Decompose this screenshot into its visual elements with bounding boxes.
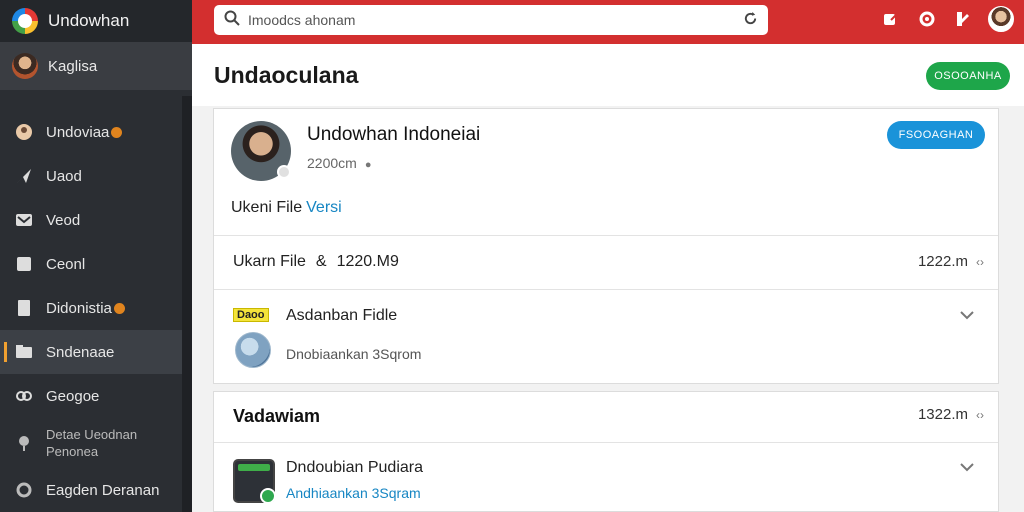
file-row-meta: 1222.m ‹› [917, 253, 984, 270]
page-header: Undaoculana OSOOANHA [192, 44, 1024, 106]
attachment-row[interactable]: Daoo Asdanban Fidle Dnobiaankan 3Sqrom [214, 289, 998, 385]
expand-arrows-icon[interactable]: ‹› [976, 255, 984, 269]
expand-arrows-icon[interactable]: ‹› [976, 408, 984, 422]
globe-icon [235, 332, 271, 368]
sidebar-item-eagden[interactable]: Eagden Deranan [0, 468, 182, 512]
file-row[interactable]: Ukarn File & 1220.M9 1222.m ‹› [214, 235, 998, 289]
sidebar-item-undoviaa[interactable]: Undoviaa [0, 110, 182, 154]
downloads-card: Vadawiam 1322.m ‹› Dndoubian Pudiara And… [213, 391, 999, 512]
list-item[interactable]: Dndoubian Pudiara Andhiaankan 3Sqram [214, 442, 998, 512]
sidebar-item-label: Sndenaae [46, 343, 115, 361]
profile-meta: 2200cm ● [307, 155, 372, 171]
file-version-line: Ukeni File Versi [231, 199, 342, 216]
file-icon [14, 298, 34, 318]
chevron-down-icon[interactable] [960, 307, 974, 323]
avatar [12, 53, 38, 79]
section-meta: 1322.m ‹› [917, 406, 984, 423]
app-logo-icon [12, 8, 38, 34]
top-bar-actions [880, 6, 1014, 32]
list-item-subtitle[interactable]: Andhiaankan 3Sqram [286, 485, 421, 501]
sidebar-item-label: Uaod [46, 167, 82, 185]
sidebar-item-label: Eagden Deranan [46, 481, 160, 499]
secondary-action-button[interactable]: FSOOAGHAN [887, 121, 985, 149]
chevron-down-icon[interactable] [960, 459, 974, 475]
settings-icon [14, 480, 34, 500]
primary-action-button[interactable]: OSOOANHA [926, 62, 1010, 90]
app-icon [233, 459, 276, 504]
notification-badge [113, 303, 125, 315]
bookmark-icon[interactable] [952, 8, 974, 30]
section-title: Vadawiam [233, 406, 321, 426]
link-icon [14, 386, 34, 406]
user-avatar[interactable] [988, 6, 1014, 32]
sidebar: Undowhan Kaglisa Undoviaa Uaod Veod Ceon… [0, 0, 192, 512]
folder-icon [14, 342, 34, 362]
attachment-title: Asdanban Fidle [286, 307, 398, 324]
sidebar-brand[interactable]: Undowhan [0, 0, 192, 42]
search-box[interactable] [214, 5, 768, 35]
status-indicator-icon [277, 165, 291, 179]
refresh-icon[interactable] [743, 11, 758, 30]
brand-name: Undowhan [48, 11, 130, 30]
attachment-subtitle: Dnobiaankan 3Sqrom [286, 346, 422, 362]
pin-icon [14, 433, 34, 453]
sidebar-item-label: Ceonl [46, 255, 86, 273]
profile-name: Undowhan Indoneiai [307, 124, 481, 145]
search-icon [224, 10, 240, 30]
user-icon [14, 122, 34, 142]
inbox-icon [14, 210, 34, 230]
file-row-label: Ukarn File & 1220.M9 [233, 253, 399, 270]
page-title: Undaoculana [214, 62, 359, 88]
profile-card: Undowhan Indoneiai 2200cm ● FSOOAGHAN Uke… [213, 108, 999, 384]
sidebar-item-label: Didonistia [46, 300, 125, 317]
sidebar-item-ceonl[interactable]: Ceonl [0, 242, 182, 286]
file-type-badge: Daoo [233, 308, 269, 322]
account-name: Kaglisa [48, 57, 98, 75]
sidebar-item-uaod[interactable]: Uaod [0, 154, 182, 198]
sidebar-scrollbar[interactable] [182, 96, 192, 512]
sidebar-item-label: Undoviaa [46, 124, 123, 141]
notification-badge [111, 127, 123, 139]
gear-icon[interactable] [916, 8, 938, 30]
list-item-title: Dndoubian Pudiara [286, 459, 423, 476]
square-icon [14, 254, 34, 274]
sidebar-item-details[interactable]: Detae Ueodnan Penonea [0, 418, 182, 468]
search-input[interactable] [248, 12, 735, 28]
sidebar-item-didonistia[interactable]: Didonistia [0, 286, 182, 330]
profile-avatar[interactable] [231, 121, 291, 181]
top-bar [192, 0, 1024, 44]
send-icon [14, 166, 34, 186]
main-content: Undaoculana OSOOANHA Undowhan Indoneiai … [192, 44, 1024, 512]
location-icon: ● [364, 159, 372, 171]
sidebar-item-sndenaae[interactable]: Sndenaae [0, 330, 182, 374]
sidebar-item-veod[interactable]: Veod [0, 198, 182, 242]
sidebar-item-label: Geogoe [46, 387, 100, 405]
version-link[interactable]: Versi [306, 199, 342, 216]
sidebar-nav: Undoviaa Uaod Veod Ceonl Didonistia Snde… [0, 110, 182, 512]
account-switcher[interactable]: Kaglisa [0, 42, 192, 90]
sidebar-item-label: Detae Ueodnan Penonea [46, 427, 138, 459]
edit-icon[interactable] [880, 8, 902, 30]
sidebar-item-geogoe[interactable]: Geogoe [0, 374, 182, 418]
sidebar-item-label: Veod [46, 211, 81, 229]
profile-section: Undowhan Indoneiai 2200cm ● FSOOAGHAN Uke… [214, 109, 998, 234]
